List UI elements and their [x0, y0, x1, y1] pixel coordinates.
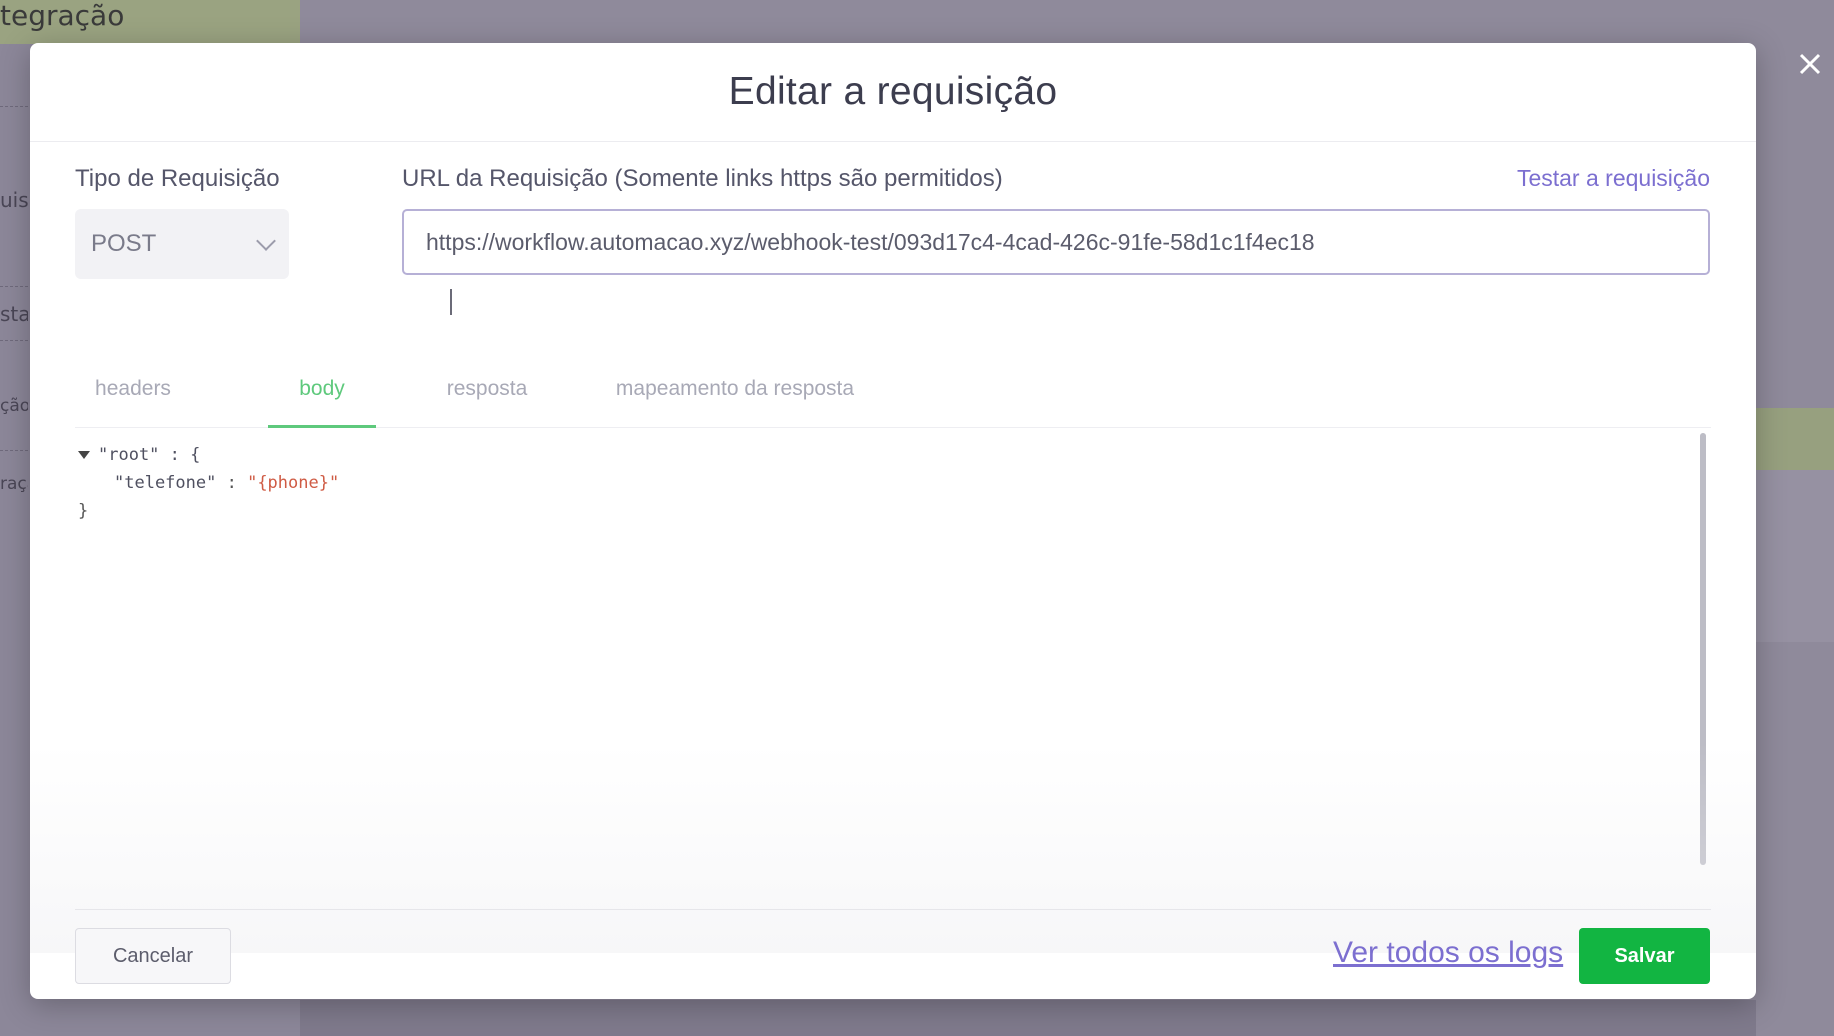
url-input[interactable]	[402, 209, 1710, 275]
json-key[interactable]: "telefone"	[114, 473, 216, 493]
background-header-text: tegração	[0, 0, 125, 32]
modal-title: Editar a requisição	[728, 70, 1058, 113]
background-panel	[1756, 470, 1834, 642]
background-divider	[0, 106, 28, 107]
save-button[interactable]: Salvar	[1579, 928, 1710, 984]
close-icon[interactable]	[1790, 44, 1830, 84]
caret-down-icon[interactable]	[78, 451, 90, 459]
close-icon-svg	[1799, 53, 1821, 75]
request-type-value: POST	[91, 230, 157, 257]
background-divider	[0, 286, 28, 287]
modal-header: Editar a requisição	[30, 43, 1756, 142]
text-cursor-icon	[450, 289, 452, 315]
json-root-line: "root" : {	[78, 441, 339, 469]
json-editor[interactable]: "root" : { "telefone" : "{phone}" }	[78, 441, 339, 525]
test-request-link[interactable]: Testar a requisição	[1517, 165, 1710, 192]
json-close-line: }	[78, 497, 339, 525]
view-logs-link[interactable]: Ver todos os logs	[1333, 936, 1563, 970]
tab-body[interactable]: body	[268, 355, 376, 428]
json-root: "root" : {	[98, 445, 201, 465]
background-side-item: ção	[0, 396, 28, 416]
tab-response-mapping[interactable]: mapeamento da resposta	[605, 355, 865, 425]
edit-request-modal: Editar a requisição Tipo de Requisição P…	[30, 43, 1756, 999]
content-fade	[30, 743, 1756, 953]
background-side-item: sta	[0, 302, 28, 326]
request-type-select[interactable]: POST	[75, 209, 289, 279]
request-tabs: headers body resposta mapeamento da resp…	[75, 355, 1711, 428]
footer-divider	[75, 909, 1711, 910]
chevron-down-icon	[256, 231, 276, 251]
background-header: tegração	[0, 0, 300, 44]
url-label: URL da Requisição (Somente links https s…	[402, 165, 1003, 192]
background-side-item: raçã	[0, 474, 28, 494]
json-value[interactable]: "{phone}"	[247, 473, 339, 493]
background-strip	[1756, 408, 1834, 470]
json-close: }	[78, 501, 89, 521]
tab-headers[interactable]: headers	[75, 355, 191, 425]
json-entry: "telefone" : "{phone}"	[78, 469, 339, 497]
cancel-button[interactable]: Cancelar	[75, 928, 231, 984]
json-separator: :	[216, 473, 248, 493]
background-divider	[0, 450, 28, 451]
background-divider	[0, 340, 28, 341]
background-side-item: uisi	[0, 188, 28, 212]
background-bottom	[300, 1000, 1756, 1036]
tab-response[interactable]: resposta	[427, 355, 547, 425]
request-type-label: Tipo de Requisição	[75, 165, 280, 192]
